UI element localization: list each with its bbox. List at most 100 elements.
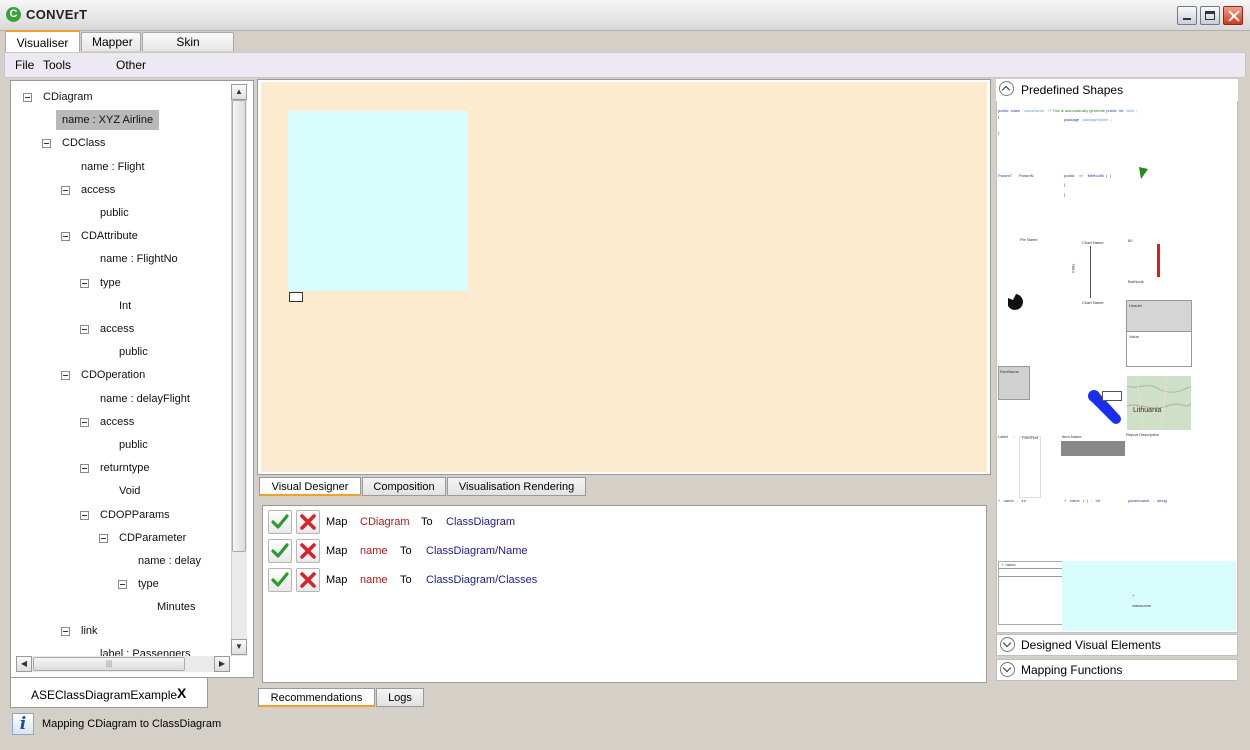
collapse-toggle-icon[interactable] — [61, 185, 70, 195]
bar-shape[interactable] — [1157, 244, 1160, 277]
rec-target: ClassDiagram/Classes — [426, 574, 538, 586]
tab-recommendations[interactable]: Recommendations — [258, 688, 375, 707]
collapse-toggle-icon[interactable] — [80, 510, 89, 520]
menu-file[interactable]: File — [15, 58, 34, 72]
designed-visual-elements-header[interactable]: Designed Visual Elements — [996, 634, 1238, 656]
shape-params[interactable]: ParamT ParamN — [998, 173, 1034, 178]
shape-attr[interactable]: + name : int — [998, 498, 1026, 503]
rect-shape[interactable]: RectName — [998, 366, 1030, 400]
accept-button[interactable] — [268, 510, 292, 534]
tree-node[interactable]: name : FlightNo — [100, 249, 178, 269]
tree-node[interactable]: type — [100, 273, 121, 293]
collapse-toggle-icon[interactable] — [80, 278, 89, 288]
tree-scroll-thumb[interactable] — [232, 100, 246, 552]
class-box-shape[interactable]: + name — [998, 561, 1064, 625]
canvas-shape-handle[interactable] — [289, 292, 303, 302]
tree-node[interactable]: label : Passengers — [100, 644, 191, 656]
tab-logs[interactable]: Logs — [376, 688, 424, 707]
list-item — [268, 510, 328, 534]
collapse-toggle-icon[interactable] — [61, 232, 70, 242]
close-window-button[interactable] — [1223, 6, 1243, 25]
predefined-shapes-header[interactable]: Predefined Shapes — [996, 79, 1238, 101]
tab-composition[interactable]: Composition — [362, 477, 446, 496]
pie-shape-icon[interactable] — [1008, 294, 1024, 310]
collapse-toggle-icon[interactable] — [23, 93, 32, 102]
menu-tools[interactable]: Tools — [43, 58, 71, 72]
tree-node[interactable]: Minutes — [157, 597, 196, 617]
collapse-toggle-icon[interactable] — [61, 626, 70, 636]
rec-verb: Map — [326, 545, 348, 557]
shape-param[interactable]: paramname : string — [1128, 498, 1167, 503]
accept-button[interactable] — [268, 539, 292, 563]
collapse-toggle-icon[interactable] — [80, 417, 89, 427]
info-icon: i — [12, 713, 34, 735]
shape-pie-label[interactable]: Pie Name — [1020, 237, 1038, 242]
collapse-toggle-icon[interactable] — [118, 580, 127, 590]
canvas-shape[interactable] — [288, 111, 468, 291]
reject-button[interactable] — [296, 539, 320, 563]
tree-node[interactable]: CDOperation — [81, 365, 145, 385]
maximize-button[interactable] — [1200, 6, 1220, 25]
tree-node[interactable]: name : XYZ Airline — [56, 110, 160, 131]
rec-verb: Map — [326, 574, 348, 586]
scroll-right-button[interactable]: ▶ — [214, 656, 230, 672]
tree-node[interactable]: name : delayFlight — [100, 389, 190, 409]
mapping-functions-header[interactable]: Mapping Functions — [996, 659, 1238, 681]
menu-other[interactable]: Other — [116, 58, 146, 72]
tree-node[interactable]: public — [119, 435, 148, 455]
tab-visualisation-rendering[interactable]: Visualisation Rendering — [447, 477, 586, 496]
reject-button[interactable] — [296, 510, 320, 534]
tab-mapper[interactable]: Mapper — [81, 32, 141, 51]
tree-node[interactable]: CDParameter — [119, 528, 186, 548]
collapse-toggle-icon[interactable] — [42, 139, 51, 149]
cross-icon — [300, 572, 316, 588]
table-body-shape[interactable]: Value — [1126, 331, 1192, 367]
app-logo-icon: C — [6, 7, 21, 22]
list-item — [268, 539, 328, 563]
scroll-left-button[interactable]: ◀ — [16, 656, 32, 672]
collapse-toggle-icon[interactable] — [61, 371, 70, 381]
collapse-toggle-icon[interactable] — [80, 325, 89, 334]
accept-button[interactable] — [268, 568, 292, 592]
tree-node[interactable]: CDAttribute — [81, 226, 138, 246]
tree-node[interactable]: Void — [119, 481, 140, 501]
tree-node[interactable]: public — [100, 203, 129, 223]
tree-node[interactable]: access — [81, 180, 115, 200]
arrow-shape-icon[interactable] — [1138, 166, 1150, 180]
tree-node[interactable]: returntype — [100, 458, 150, 478]
minimize-button[interactable] — [1177, 6, 1197, 25]
tree-node[interactable]: name : Flight — [81, 157, 145, 177]
table-header-shape[interactable]: Header — [1126, 300, 1192, 332]
shape-chart[interactable]: Chart Name — [1082, 240, 1104, 245]
tab-visualiser[interactable]: Visualiser — [5, 30, 80, 52]
progress-shape[interactable] — [1061, 441, 1125, 456]
reject-button[interactable] — [296, 568, 320, 592]
tree-node[interactable]: public — [119, 342, 148, 362]
tab-visual-designer[interactable]: Visual Designer — [259, 477, 361, 496]
tree-node[interactable]: access — [100, 319, 134, 339]
shape-code-snippet[interactable]: public class className /* This is automa… — [998, 108, 1137, 113]
shape-label[interactable]: Label : — [998, 434, 1014, 439]
shape-field[interactable]: FieldText — [1019, 435, 1041, 498]
collapse-toggle-icon[interactable] — [99, 533, 108, 543]
document-tab-close-button[interactable]: X — [177, 685, 186, 701]
shape-method[interactable]: public int MethodN ( ) — [1064, 173, 1111, 178]
shape-op[interactable]: + name ( ) : int — [1064, 498, 1100, 503]
tree-node[interactable]: CDOPParams — [100, 505, 170, 525]
tree-node[interactable]: Int — [119, 296, 131, 316]
chevron-up-icon — [999, 81, 1014, 96]
collapse-toggle-icon[interactable] — [80, 464, 89, 474]
tree-node[interactable]: type — [138, 574, 159, 594]
tree-node[interactable]: link — [81, 621, 98, 641]
scroll-up-button[interactable]: ▲ — [231, 84, 247, 100]
tab-skin-designer[interactable]: Skin Designer — [142, 32, 234, 68]
tree-hscroll-thumb[interactable]: ||| — [33, 657, 185, 671]
tree-node[interactable]: access — [100, 412, 134, 432]
map-shape[interactable]: Lithuania — [1127, 376, 1191, 430]
model-tree: CDiagram name : XYZ Airline CDClass name : … — [16, 84, 230, 656]
tree-node[interactable]: CDClass — [62, 133, 105, 153]
tree-node[interactable]: name : delay — [138, 551, 201, 571]
tree-node[interactable]: CDiagram — [43, 87, 93, 107]
package-shape[interactable]: + classname — [1062, 561, 1236, 631]
scroll-down-button[interactable]: ▼ — [231, 639, 247, 655]
